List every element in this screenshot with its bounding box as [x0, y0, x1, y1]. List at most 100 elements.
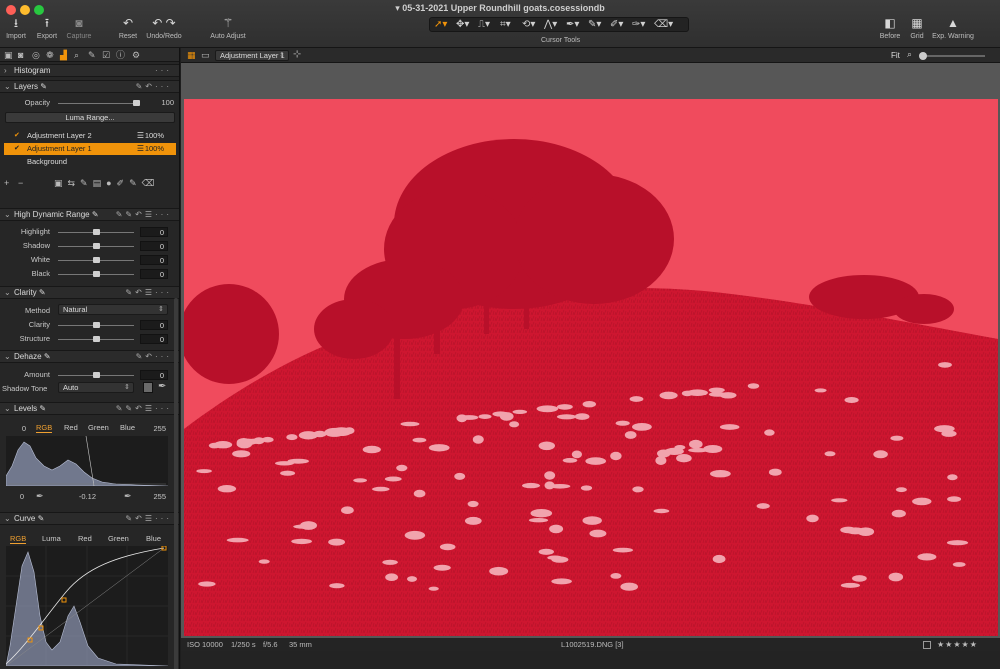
levels-histogram[interactable]	[6, 436, 168, 486]
zoom-slider-knob[interactable]	[919, 52, 927, 60]
levels-input-black[interactable]: 0	[14, 424, 26, 433]
lens-tab-icon[interactable]: ◎	[32, 50, 40, 60]
mask-tools-icon[interactable]: ▣⇆✎▤●✐✎⌫	[54, 178, 159, 189]
curve-tab-rgb[interactable]: RGB	[10, 534, 27, 544]
clarity-actions-icon[interactable]: ✎↶☰···	[125, 288, 172, 297]
opacity-slider-knob[interactable]	[133, 100, 140, 106]
before-button[interactable]: ◧ Before	[876, 16, 904, 40]
adjust-tab-icon[interactable]: ✎	[88, 50, 96, 60]
layer-row[interactable]: ✔ Adjustment Layer 2 ☰ 100%	[4, 130, 176, 142]
opacity-value[interactable]: 100	[150, 98, 174, 107]
layers-actions-icon[interactable]: ✎↶···	[136, 82, 172, 91]
settings-tab-icon[interactable]: ⚙	[132, 50, 140, 60]
remove-layer-icon[interactable]: −	[18, 178, 23, 188]
auto-adjust-button[interactable]: ⚚ Auto Adjust	[206, 16, 250, 40]
picker-tool-icon[interactable]: ✒▾	[566, 19, 579, 31]
grid-view-icon[interactable]: ▦	[187, 50, 196, 61]
levels-input-white[interactable]: 255	[146, 424, 166, 433]
curve-graph[interactable]	[6, 546, 168, 666]
add-layer-icon[interactable]: +	[4, 178, 9, 188]
undo-redo-button[interactable]: ↶ ↷ Undo/Redo	[144, 16, 184, 40]
select-checkbox[interactable]	[923, 641, 931, 649]
eyedropper-icon[interactable]: ✒	[36, 491, 44, 502]
info-tab-icon[interactable]: ⓘ	[116, 50, 125, 60]
crop-tool-icon[interactable]: ⌗▾	[500, 19, 511, 31]
levels-tab-green[interactable]: Green	[88, 423, 109, 432]
zoom-slider[interactable]	[921, 55, 985, 57]
levels-actions-icon[interactable]: ✎✎↶☰···	[116, 404, 172, 413]
add-layer-icon[interactable]: ⊹	[293, 49, 301, 60]
black-value[interactable]: 0	[140, 269, 168, 279]
layers-header[interactable]: ⌄ Layers ✎ ✎↶···	[0, 80, 179, 93]
opacity-slider[interactable]	[58, 103, 140, 104]
levels-header[interactable]: ⌄ Levels ✎ ✎✎↶☰···	[0, 402, 179, 415]
color-tab-icon[interactable]: ❁	[46, 50, 54, 60]
levels-output-white[interactable]: 255	[146, 492, 166, 501]
clarity-slider-knob[interactable]	[93, 322, 100, 328]
highlight-value[interactable]: 0	[140, 227, 168, 237]
import-button[interactable]: ⭳ Import	[4, 16, 28, 40]
curve-tab-red[interactable]: Red	[78, 534, 92, 543]
dehaze-header[interactable]: ⌄ Dehaze ✎ ✎↶···	[0, 350, 179, 363]
more-icon[interactable]: ···	[155, 66, 172, 75]
curve-tab-blue[interactable]: Blue	[146, 534, 161, 543]
eyedropper-icon[interactable]: ✒	[158, 381, 166, 392]
metadata-tab-icon[interactable]: ☑	[102, 50, 110, 60]
clarity-value[interactable]: 0	[140, 320, 168, 330]
keystone-tool-icon[interactable]: ⋀▾	[544, 19, 557, 31]
layer-row-selected[interactable]: ✔ Adjustment Layer 1 ☰ 100%	[4, 143, 176, 155]
capture-button[interactable]: ◙ Capture	[64, 16, 94, 40]
method-select[interactable]: Natural ⇕	[58, 304, 168, 315]
library-tab-icon[interactable]: ▣	[4, 50, 13, 60]
amount-value[interactable]: 0	[140, 370, 168, 380]
levels-midtone-value[interactable]: -0.12	[70, 492, 96, 501]
sliders-icon[interactable]: ☰	[137, 143, 144, 155]
layer-row[interactable]: Background	[4, 156, 176, 168]
levels-output-black[interactable]: 0	[12, 492, 24, 501]
amount-slider-knob[interactable]	[93, 372, 100, 378]
luma-range-button[interactable]: Luma Range...	[5, 112, 175, 123]
hdr-actions-icon[interactable]: ✎✎↶☰···	[116, 210, 172, 219]
eyedropper-icon[interactable]: ✒	[124, 491, 132, 502]
export-button[interactable]: ⭱ Export	[34, 16, 60, 40]
grid-button[interactable]: ▦ Grid	[904, 16, 930, 40]
capture-tab-icon[interactable]: ◙	[18, 50, 23, 60]
pan-tool-icon[interactable]: ✥▾	[456, 19, 469, 31]
reset-button[interactable]: ↶ Reset	[116, 16, 140, 40]
highlight-slider-knob[interactable]	[93, 229, 100, 235]
black-slider-knob[interactable]	[93, 271, 100, 277]
eraser-tool-icon[interactable]: ✐▾	[610, 19, 623, 31]
levels-tab-blue[interactable]: Blue	[120, 423, 135, 432]
layer-select[interactable]: Adjustment Layer 1 ⇕	[215, 50, 289, 61]
color-swatch[interactable]	[143, 382, 153, 393]
hdr-header[interactable]: ⌄ High Dynamic Range ✎ ✎✎↶☰···	[0, 208, 179, 221]
photo-preview[interactable]	[184, 99, 998, 636]
shadow-value[interactable]: 0	[140, 241, 168, 251]
dehaze-actions-icon[interactable]: ✎↶···	[136, 352, 172, 361]
fit-label[interactable]: Fit	[891, 51, 900, 60]
brush-tool-icon[interactable]: ✎▾	[588, 19, 601, 31]
checkmark-icon[interactable]: ✔	[14, 132, 22, 140]
straighten-tool-icon[interactable]: ⎍▾	[478, 19, 490, 31]
curve-tab-green[interactable]: Green	[108, 534, 129, 543]
histogram-header[interactable]: › Histogram ···	[0, 64, 179, 77]
white-slider-knob[interactable]	[93, 257, 100, 263]
details-tab-icon[interactable]: ⌕	[74, 50, 79, 60]
checkmark-icon[interactable]: ✔	[14, 145, 22, 153]
select-cursor-icon[interactable]: ➚▾	[434, 19, 447, 31]
white-value[interactable]: 0	[140, 255, 168, 265]
exposure-tab-icon[interactable]: ▟	[60, 50, 67, 60]
rotate-tool-icon[interactable]: ⟲▾	[522, 19, 535, 31]
structure-value[interactable]: 0	[140, 334, 168, 344]
levels-tab-rgb[interactable]: RGB	[36, 423, 53, 433]
shadow-tone-select[interactable]: Auto ⇕	[58, 382, 134, 393]
panel-scrollbar[interactable]	[174, 298, 178, 669]
image-viewer[interactable]	[181, 63, 1000, 638]
curve-tab-luma[interactable]: Luma	[42, 534, 61, 543]
levels-tab-red[interactable]: Red	[64, 423, 78, 432]
curve-header[interactable]: ⌄ Curve ✎ ✎↶☰···	[0, 512, 179, 525]
star-rating[interactable]: ★★★★★	[937, 638, 978, 651]
shadow-slider-knob[interactable]	[93, 243, 100, 249]
structure-slider-knob[interactable]	[93, 336, 100, 342]
heal-tool-icon[interactable]: ✑▾	[632, 19, 645, 31]
